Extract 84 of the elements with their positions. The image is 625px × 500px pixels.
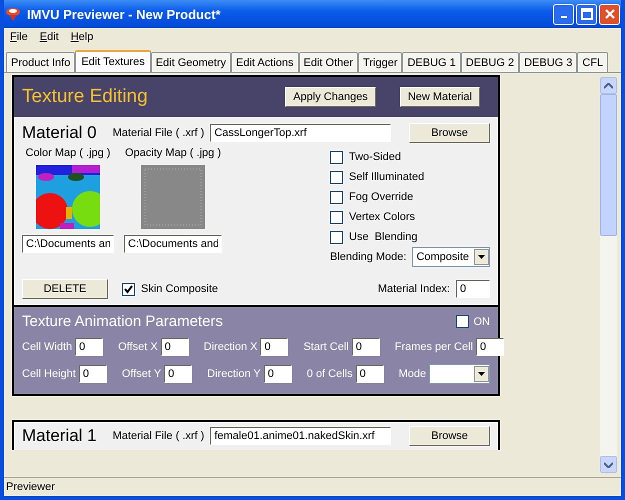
checkbox[interactable] xyxy=(330,150,343,164)
tab[interactable]: Product Info xyxy=(6,52,76,72)
tab[interactable]: Edit Actions xyxy=(231,52,299,72)
checkbox[interactable] xyxy=(330,210,343,224)
material-file-field[interactable]: female01.anime01.nakedSkin.xrf xyxy=(210,427,392,445)
caret-icon xyxy=(478,372,485,376)
field-label: Cell Height xyxy=(22,368,76,380)
material-title: Material 1 xyxy=(22,426,97,446)
caret-icon xyxy=(478,255,485,259)
delete-button[interactable]: DELETE xyxy=(22,279,108,299)
menu-item[interactable]: Edit xyxy=(40,31,59,45)
field-label: Cell Width xyxy=(22,341,72,353)
number-field[interactable]: 0 xyxy=(352,338,380,356)
browse-button[interactable]: Browse xyxy=(409,426,490,446)
header-button[interactable]: New Material xyxy=(400,87,480,107)
texture-thumbnail-drawing xyxy=(36,165,100,229)
menu-item[interactable]: File xyxy=(10,31,28,45)
section-title: Texture Animation Parameters xyxy=(22,313,224,330)
field-label: Start Cell xyxy=(303,341,349,353)
maximize-button[interactable] xyxy=(576,4,597,24)
menu-item[interactable]: Help xyxy=(70,31,94,45)
checkbox-label: Two-Sided xyxy=(349,151,401,163)
close-icon xyxy=(604,8,616,20)
section-title: Texture Editing xyxy=(22,86,149,108)
tab[interactable]: Edit Geometry xyxy=(150,52,232,72)
app-icon xyxy=(5,6,21,22)
number-field[interactable]: 0 xyxy=(476,338,504,356)
scroll-up-icon xyxy=(604,82,613,88)
mode-dropdown[interactable] xyxy=(429,364,490,384)
field-label: Material File ( .xrf ) xyxy=(112,127,204,139)
field-label: Direction X xyxy=(204,341,258,353)
field-label: Material File ( .xrf ) xyxy=(112,430,204,442)
number-field[interactable]: 0 xyxy=(160,338,189,356)
tab[interactable]: Edit Textures xyxy=(75,50,151,72)
scroll-down-icon xyxy=(604,462,613,468)
opacity-map-path-field[interactable]: C:\Documents and xyxy=(124,235,222,253)
checkbox[interactable] xyxy=(122,282,135,296)
tab[interactable]: Edit Other xyxy=(298,52,358,72)
field-label: Mode xyxy=(398,368,426,380)
field-label: 0 of Cells xyxy=(306,368,353,380)
header-button[interactable]: Apply Changes xyxy=(285,87,376,107)
tab[interactable]: DEBUG 3 xyxy=(519,52,578,72)
opacity-thumbnail-drawing xyxy=(141,165,205,229)
minimize-icon xyxy=(560,16,566,18)
number-field[interactable]: 0 xyxy=(260,338,288,356)
checkbox[interactable] xyxy=(456,315,468,328)
checkbox-label: Fog Override xyxy=(349,191,414,203)
map-label: Opacity Map ( .jpg ) xyxy=(125,147,221,159)
window-title: IMVU Previewer - New Product* xyxy=(27,6,222,22)
checkbox-label: Use Blending xyxy=(349,231,418,243)
number-field[interactable]: 0 xyxy=(78,365,107,383)
tab[interactable]: CFL xyxy=(577,52,608,72)
tab[interactable]: DEBUG 2 xyxy=(460,52,520,72)
field-label: Material Index: xyxy=(378,283,450,295)
field-label: Frames per Cell xyxy=(394,341,473,353)
material-index-field[interactable]: 0 xyxy=(456,280,490,298)
checkbox-label: Self Illuminated xyxy=(349,171,424,183)
color-map-path-field[interactable]: C:\Documents an xyxy=(22,235,114,253)
number-field[interactable]: 0 xyxy=(264,365,292,383)
checkbox[interactable] xyxy=(330,190,343,204)
status-text: Previewer xyxy=(6,481,55,493)
number-field[interactable]: 0 xyxy=(164,365,192,383)
material-file-field[interactable]: CassLongerTop.xrf xyxy=(210,124,392,142)
number-field[interactable]: 0 xyxy=(356,365,384,383)
vertical-scrollbar[interactable] xyxy=(600,77,617,473)
tab[interactable]: Trigger xyxy=(358,52,402,72)
browse-button[interactable]: Browse xyxy=(409,123,490,143)
number-field[interactable]: 0 xyxy=(75,338,104,356)
checkbox-label: ON xyxy=(474,316,490,328)
minimize-button[interactable] xyxy=(553,4,574,24)
field-label: Offset Y xyxy=(122,368,162,380)
checkbox[interactable] xyxy=(330,230,343,244)
field-label: Blending Mode: xyxy=(330,251,406,263)
field-label: Offset X xyxy=(118,341,158,353)
checkbox-label: Skin Composite xyxy=(141,283,218,295)
material-title: Material 0 xyxy=(22,123,97,143)
checkbox[interactable] xyxy=(330,170,343,184)
blending-mode-dropdown[interactable]: Composite xyxy=(412,247,490,267)
field-label: Direction Y xyxy=(207,368,261,380)
close-button[interactable] xyxy=(599,4,620,24)
map-label: Color Map ( .jpg ) xyxy=(26,147,110,159)
maximize-icon xyxy=(580,8,592,20)
checkbox-label: Vertex Colors xyxy=(349,211,416,223)
tab[interactable]: DEBUG 1 xyxy=(402,52,461,72)
